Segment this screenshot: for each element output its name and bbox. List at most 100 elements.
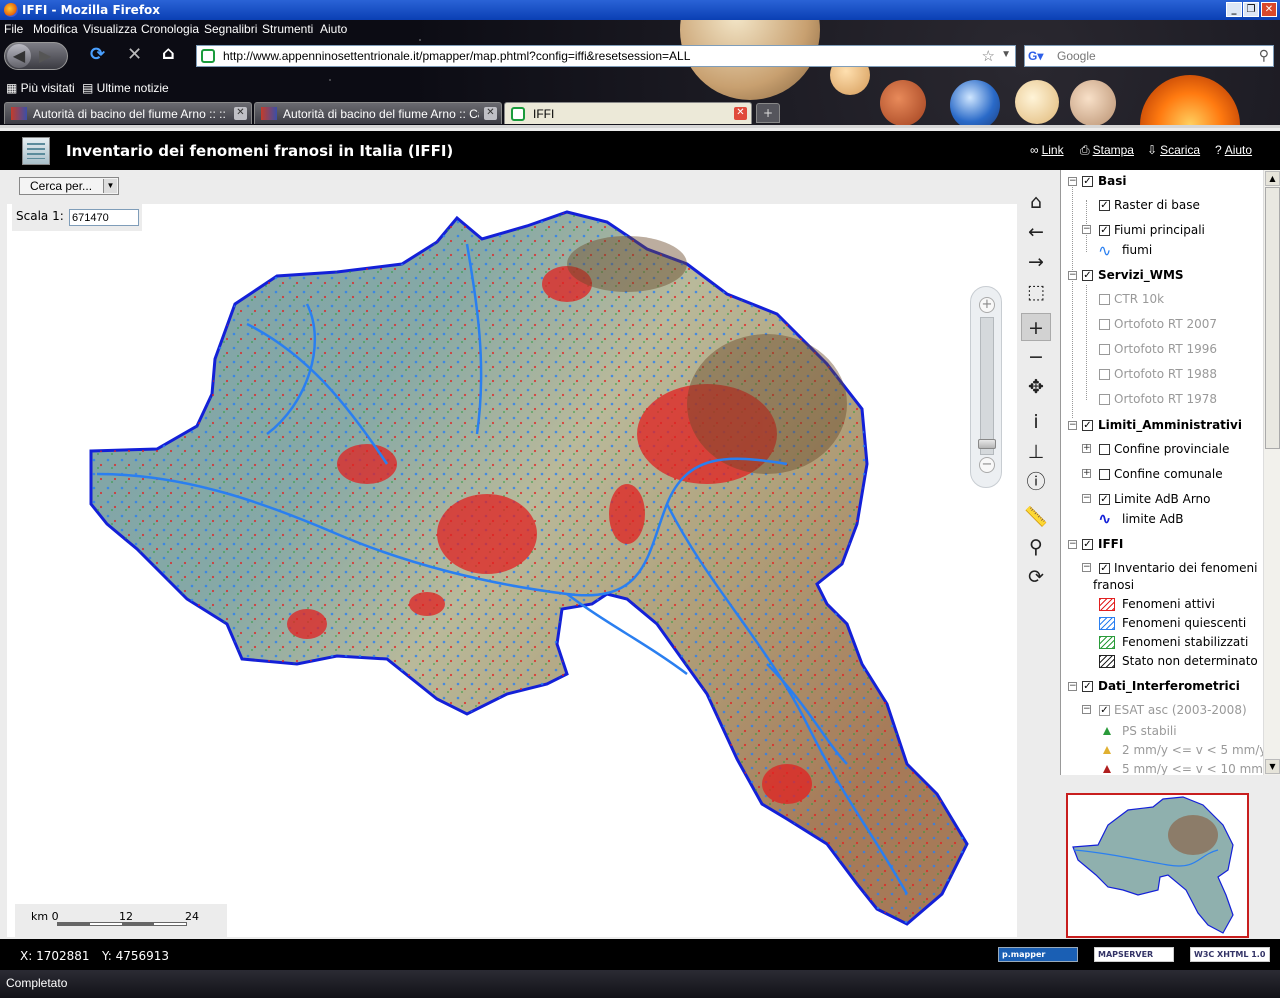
- panel-scrollbar[interactable]: ▲ ▼: [1263, 170, 1280, 775]
- expand-fiumi-icon[interactable]: −: [1082, 225, 1091, 234]
- info-icon[interactable]: ⓘ: [1021, 468, 1051, 496]
- overview-map[interactable]: [1066, 793, 1249, 938]
- menu-strumenti[interactable]: Strumenti: [262, 22, 313, 36]
- link-aiuto[interactable]: ? Aiuto: [1215, 143, 1252, 157]
- expand-adb-icon[interactable]: −: [1082, 494, 1091, 503]
- search-magnifier-icon[interactable]: ⚲: [1259, 47, 1269, 64]
- layer-inventario-cont: franosi: [1093, 578, 1135, 592]
- link-stampa[interactable]: ⎙ Stampa: [1080, 143, 1134, 158]
- bookmark-piu-visitati[interactable]: ▦ Più visitati: [6, 81, 75, 95]
- zoom-slider[interactable]: + −: [970, 286, 1002, 488]
- search-box[interactable]: G▾ Google ⚲: [1024, 45, 1274, 67]
- tab-close-icon[interactable]: ✕: [484, 107, 497, 120]
- coordinate-bar: X: 1702881 Y: 4756913 p.mapper MAPSERVER…: [0, 939, 1280, 973]
- tab-close-icon[interactable]: ✕: [734, 107, 747, 120]
- expand-dati-icon[interactable]: −: [1068, 682, 1077, 691]
- tab-close-icon[interactable]: ✕: [234, 107, 247, 120]
- scale-input[interactable]: [69, 209, 139, 226]
- identify-icon[interactable]: i: [1021, 408, 1051, 436]
- checkbox-esat[interactable]: ✓: [1099, 705, 1110, 716]
- expand-basi-icon[interactable]: −: [1068, 177, 1077, 186]
- tab-2[interactable]: Autorità di bacino del fiume Arno :: Car…: [254, 102, 502, 124]
- checkbox-orto2007[interactable]: [1099, 319, 1110, 330]
- forward-button[interactable]: ▶: [39, 46, 51, 65]
- checkbox-raster[interactable]: ✓: [1099, 200, 1110, 211]
- checkbox-orto1996[interactable]: [1099, 344, 1110, 355]
- google-icon[interactable]: G▾: [1028, 49, 1044, 63]
- home-icon[interactable]: ⌂: [162, 43, 175, 64]
- measure-icon[interactable]: 📏: [1021, 503, 1051, 531]
- home-extent-icon[interactable]: ⌂: [1021, 188, 1051, 216]
- maximize-button[interactable]: ❐: [1243, 2, 1259, 17]
- reload-icon[interactable]: ⟳: [90, 44, 105, 65]
- close-window-button[interactable]: ✕: [1261, 2, 1277, 17]
- menu-visualizza[interactable]: Visualizza: [83, 22, 137, 36]
- iffi-logo: [22, 137, 50, 165]
- checkbox-iffi[interactable]: ✓: [1082, 539, 1093, 550]
- bookmark-star-icon[interactable]: ☆: [982, 47, 995, 65]
- pan-icon[interactable]: ✥: [1021, 373, 1051, 401]
- checkbox-dati[interactable]: ✓: [1082, 681, 1093, 692]
- refresh-icon[interactable]: ⟳: [1021, 563, 1051, 591]
- tab-1[interactable]: Autorità di bacino del fiume Arno :: :: …: [4, 102, 252, 124]
- zoom-select-icon[interactable]: ⬚: [1021, 278, 1051, 306]
- zoom-out-icon[interactable]: −: [979, 457, 995, 473]
- menu-cronologia[interactable]: Cronologia: [141, 22, 199, 36]
- menu-segnalibri[interactable]: Segnalibri: [204, 22, 257, 36]
- tab-3-active[interactable]: IFFI ✕: [504, 102, 752, 124]
- cerca-per-select[interactable]: Cerca per... ▼: [19, 177, 119, 195]
- zoom-thumb[interactable]: [978, 439, 996, 449]
- expand-esat-icon[interactable]: −: [1082, 705, 1091, 714]
- scroll-down-icon[interactable]: ▼: [1265, 759, 1280, 774]
- menu-file[interactable]: File: [4, 22, 23, 36]
- tab-favicon: [261, 107, 277, 120]
- bookmark-ultime-notizie[interactable]: ▤ Ultime notizie: [82, 81, 169, 95]
- scroll-thumb[interactable]: [1265, 187, 1280, 449]
- zoom-in-icon[interactable]: +: [979, 297, 995, 313]
- scroll-up-icon[interactable]: ▲: [1265, 171, 1280, 186]
- map-image[interactable]: [7, 204, 1017, 937]
- checkbox-inventario[interactable]: ✓: [1099, 563, 1110, 574]
- layer-orto1978: Ortofoto RT 1978: [1114, 392, 1218, 406]
- checkbox-servizi[interactable]: ✓: [1082, 270, 1093, 281]
- overview-image[interactable]: [1068, 795, 1247, 936]
- expand-servizi-icon[interactable]: −: [1068, 271, 1077, 280]
- zoom-in-tool-icon[interactable]: +: [1021, 313, 1051, 341]
- mapserver-badge[interactable]: MAPSERVER: [1094, 947, 1174, 962]
- stop-icon[interactable]: ✕: [127, 44, 142, 65]
- checkbox-orto1988[interactable]: [1099, 369, 1110, 380]
- checkbox-basi[interactable]: ✓: [1082, 176, 1093, 187]
- checkbox-ctr[interactable]: [1099, 294, 1110, 305]
- next-extent-icon[interactable]: →: [1021, 248, 1051, 276]
- expand-comunale-icon[interactable]: +: [1082, 469, 1091, 478]
- address-bar[interactable]: http://www.appenninosettentrionale.it/pm…: [196, 45, 1016, 67]
- checkbox-adb[interactable]: ✓: [1099, 494, 1110, 505]
- landslide-speckle: [91, 212, 967, 924]
- checkbox-orto1978[interactable]: [1099, 394, 1110, 405]
- url-dropdown-icon[interactable]: ▼: [1001, 49, 1011, 60]
- checkbox-provinciale[interactable]: [1099, 444, 1110, 455]
- checkbox-comunale[interactable]: [1099, 469, 1110, 480]
- menu-modifica[interactable]: Modifica: [33, 22, 78, 36]
- expand-provinciale-icon[interactable]: +: [1082, 444, 1091, 453]
- pmapper-badge[interactable]: p.mapper: [998, 947, 1078, 962]
- expand-limiti-icon[interactable]: −: [1068, 421, 1077, 430]
- minimize-button[interactable]: _: [1226, 2, 1242, 17]
- map-canvas[interactable]: Scala 1: + − km 0 12 24: [7, 204, 1017, 937]
- link-scarica[interactable]: ⇩ Scarica: [1147, 143, 1200, 157]
- select-icon[interactable]: ⊥: [1021, 438, 1051, 466]
- zoom-track[interactable]: [980, 317, 994, 455]
- zoom-out-tool-icon[interactable]: −: [1021, 343, 1051, 371]
- link-link[interactable]: ∞ Link: [1030, 143, 1064, 157]
- poi-icon[interactable]: ⚲: [1021, 533, 1051, 561]
- new-tab-button[interactable]: +: [756, 103, 780, 123]
- expand-iffi-icon[interactable]: −: [1068, 540, 1077, 549]
- checkbox-limiti[interactable]: ✓: [1082, 420, 1093, 431]
- checkbox-fiumi-principali[interactable]: ✓: [1099, 225, 1110, 236]
- back-button[interactable]: ◀: [7, 44, 31, 68]
- previous-extent-icon[interactable]: ←: [1021, 218, 1051, 246]
- w3c-badge[interactable]: W3C XHTML 1.0: [1190, 947, 1270, 962]
- layer-confine-comunale: Confine comunale: [1114, 467, 1223, 481]
- menu-aiuto[interactable]: Aiuto: [320, 22, 347, 36]
- expand-inventario-icon[interactable]: −: [1082, 563, 1091, 572]
